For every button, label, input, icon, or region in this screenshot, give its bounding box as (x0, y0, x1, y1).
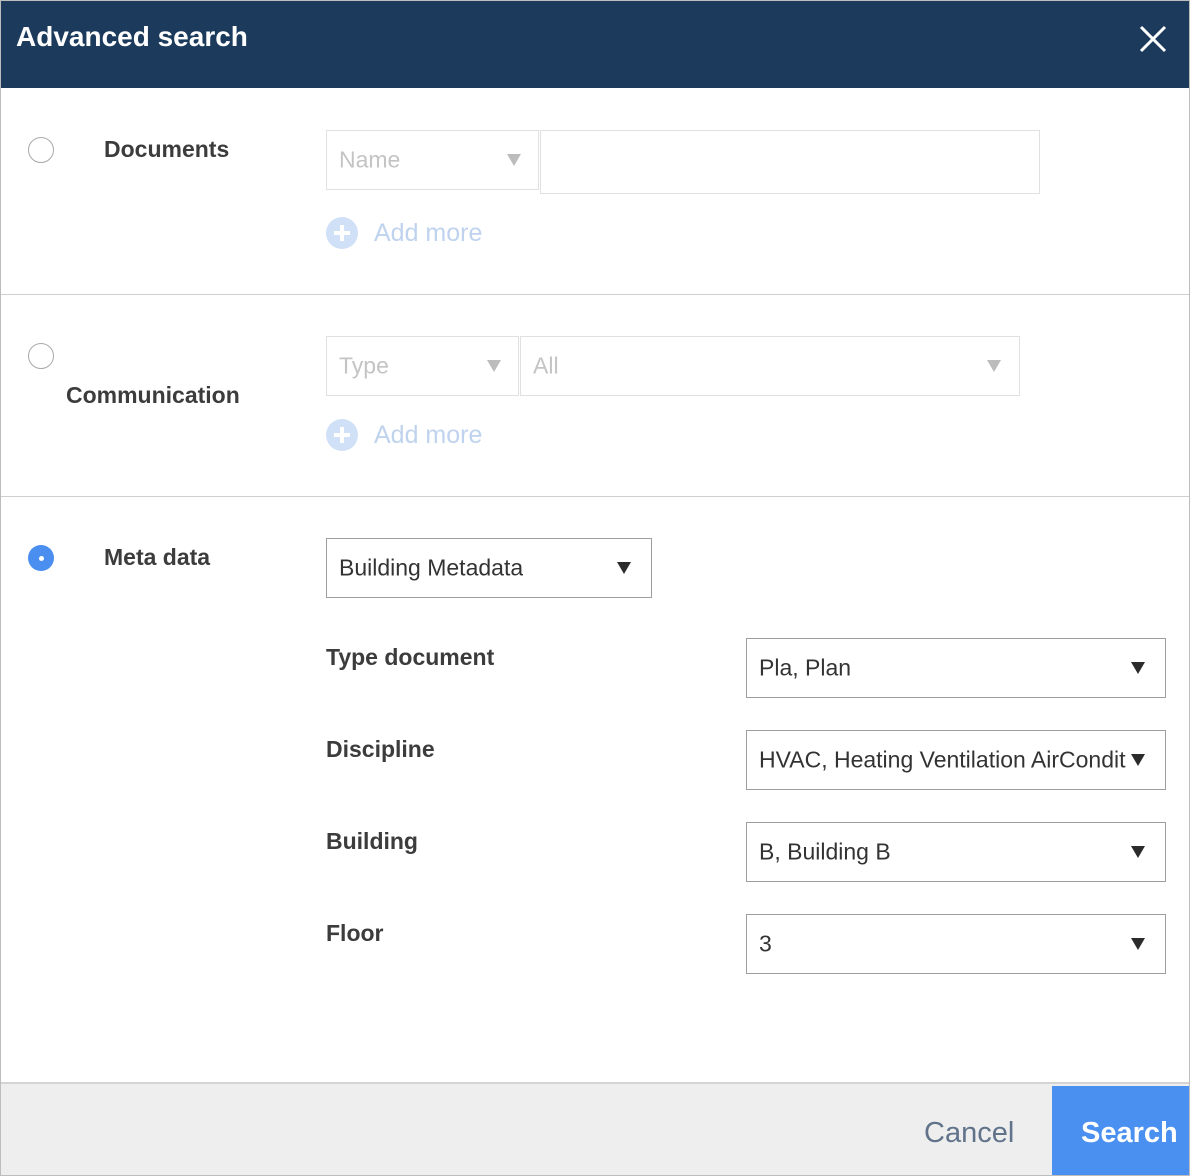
metadata-template-select-value: Building Metadata (339, 554, 524, 581)
close-icon (1139, 25, 1167, 53)
type-document-select[interactable]: Pla, Plan (746, 638, 1166, 698)
communication-label: Communication (66, 382, 240, 408)
floor-label: Floor (326, 920, 384, 946)
discipline-label: Discipline (326, 736, 435, 762)
building-select-value: B, Building B (759, 838, 891, 865)
chevron-down-icon (1131, 662, 1145, 674)
metadata-radio[interactable] (28, 545, 54, 571)
communication-type-select-value: Type (339, 352, 389, 379)
documents-add-more-label: Add more (374, 218, 483, 247)
documents-field-select-value: Name (339, 146, 401, 173)
metadata-template-select[interactable]: Building Metadata (326, 538, 652, 598)
dialog-title: Advanced search (16, 21, 248, 52)
communication-value-select-value: All (533, 352, 559, 379)
plus-circle-icon (326, 217, 358, 249)
communication-add-more-label: Add more (374, 420, 483, 449)
documents-add-more-button[interactable]: Add more (326, 217, 482, 249)
close-button[interactable] (1137, 23, 1169, 55)
search-button-label: Search (1081, 1117, 1178, 1149)
type-document-select-value: Pla, Plan (759, 654, 852, 681)
chevron-down-icon (1131, 846, 1145, 858)
chevron-down-icon (1131, 754, 1145, 766)
documents-label: Documents (104, 136, 230, 162)
chevron-down-icon (487, 360, 501, 372)
cancel-button[interactable]: Cancel (924, 1117, 1014, 1150)
discipline-select-value: HVAC, Heating Ventilation AirCondit (759, 746, 1126, 773)
type-document-label: Type document (326, 644, 495, 670)
advanced-search-dialog: Advanced search Documents Name Add more … (0, 0, 1190, 1176)
section-divider (1, 496, 1189, 497)
documents-radio[interactable] (28, 137, 54, 163)
communication-type-select[interactable]: Type (326, 336, 519, 396)
chevron-down-icon (1131, 938, 1145, 950)
chevron-down-icon (507, 154, 521, 166)
floor-select-value: 3 (759, 930, 772, 957)
floor-select[interactable]: 3 (746, 914, 1166, 974)
discipline-select[interactable]: HVAC, Heating Ventilation AirCondit (746, 730, 1166, 790)
metadata-label: Meta data (104, 544, 211, 570)
communication-value-select[interactable]: All (520, 336, 1020, 396)
documents-field-select[interactable]: Name (326, 130, 539, 190)
building-label: Building (326, 828, 418, 854)
chevron-down-icon (617, 562, 631, 574)
chevron-down-icon (987, 360, 1001, 372)
plus-circle-icon (326, 419, 358, 451)
section-divider (1, 294, 1189, 295)
dialog-header: Advanced search (1, 1, 1189, 88)
building-select[interactable]: B, Building B (746, 822, 1166, 882)
documents-search-input[interactable] (540, 130, 1040, 194)
search-button[interactable]: Search (1052, 1086, 1189, 1175)
communication-add-more-button[interactable]: Add more (326, 419, 482, 451)
communication-radio[interactable] (28, 343, 54, 369)
